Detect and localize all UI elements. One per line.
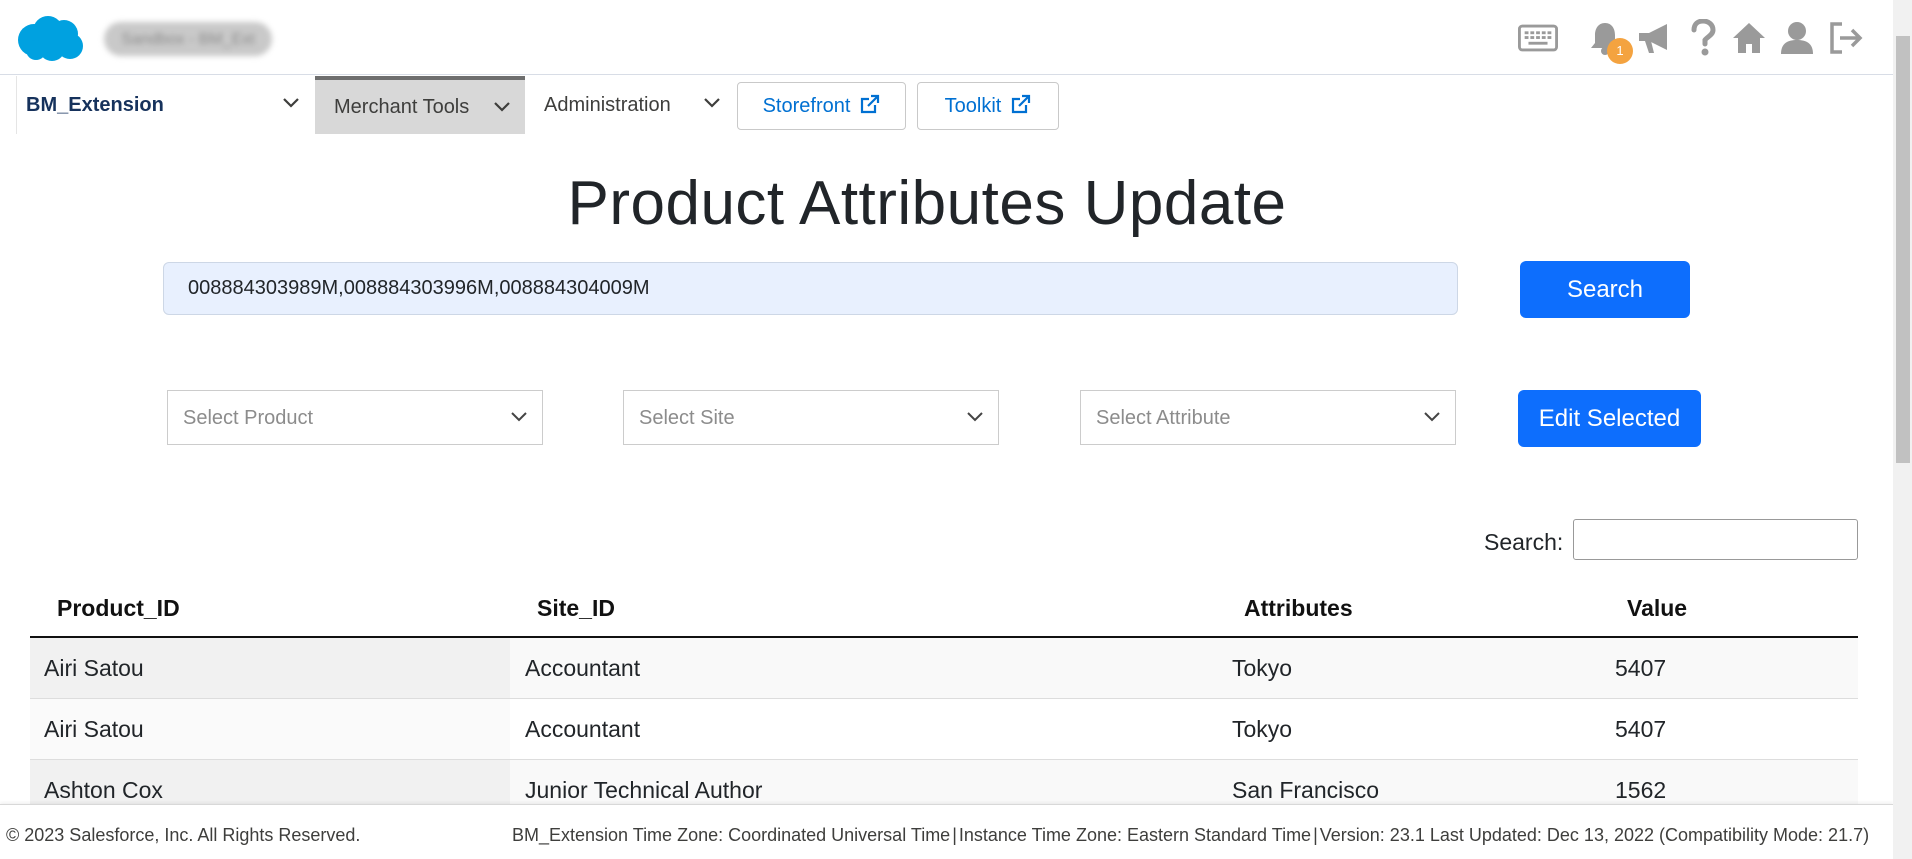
footer-separator: | xyxy=(952,825,957,845)
table-search-label: Search: xyxy=(1484,529,1564,555)
product-attributes-table: Product_ID Site_ID Attributes Value Airi… xyxy=(30,577,1858,821)
tab-administration[interactable]: Administration xyxy=(527,76,735,134)
cell-site-id: Junior Technical Author xyxy=(525,777,763,803)
help-icon[interactable] xyxy=(1683,18,1723,58)
cell-attributes: Tokyo xyxy=(1232,655,1293,681)
tab-administration-label: Administration xyxy=(544,93,671,116)
chevron-down-icon xyxy=(493,100,511,118)
table-search-input[interactable] xyxy=(1573,519,1858,560)
cell-product-id: Ashton Cox xyxy=(44,777,163,803)
scrollbar-thumb[interactable] xyxy=(1896,36,1910,463)
footer-info: BM_Extension Time Zone: Coordinated Univ… xyxy=(512,825,1869,846)
chevron-down-icon xyxy=(510,410,528,428)
chevron-down-icon xyxy=(282,96,300,114)
select-product-placeholder: Select Product xyxy=(183,407,314,429)
footer-separator: | xyxy=(1313,825,1318,845)
column-header-value[interactable]: Value xyxy=(1627,595,1687,622)
cell-value: 5407 xyxy=(1615,655,1667,681)
external-link-icon xyxy=(1011,94,1031,119)
footer-copyright: © 2023 Salesforce, Inc. All Rights Reser… xyxy=(6,825,361,845)
product-ids-input[interactable] xyxy=(163,262,1458,315)
toolkit-button[interactable]: Toolkit xyxy=(917,82,1059,130)
table-row[interactable]: Airi Satou Accountant Tokyo 5407 xyxy=(30,638,1858,699)
toolkit-button-label: Toolkit xyxy=(944,94,1002,117)
footer-version: Version: 23.1 Last Updated: Dec 13, 2022… xyxy=(1319,825,1870,845)
search-button[interactable]: Search xyxy=(1520,261,1690,318)
cell-attributes: Tokyo xyxy=(1232,716,1293,742)
site-selector-label: BM_Extension xyxy=(26,93,164,116)
column-header-product-id[interactable]: Product_ID xyxy=(57,595,180,622)
user-profile-icon[interactable] xyxy=(1777,18,1817,58)
org-name-text: Sandbox - BM_Ext xyxy=(121,31,255,48)
tab-merchant-tools[interactable]: Merchant Tools xyxy=(315,76,525,134)
storefront-button-label: Storefront xyxy=(762,94,851,117)
chevron-down-icon xyxy=(703,96,721,114)
app-header: Sandbox - BM_Ext 1 xyxy=(0,0,1912,75)
org-name-badge: Sandbox - BM_Ext xyxy=(104,22,272,56)
footer-bm-timezone: BM_Extension Time Zone: Coordinated Univ… xyxy=(512,825,951,845)
footer-instance-timezone: Instance Time Zone: Eastern Standard Tim… xyxy=(958,825,1312,845)
main-navigation: BM_Extension Merchant Tools Administrati… xyxy=(0,76,1912,136)
chevron-down-icon xyxy=(1423,410,1441,428)
storefront-button[interactable]: Storefront xyxy=(737,82,906,130)
select-site-dropdown[interactable]: Select Site xyxy=(623,390,999,445)
cell-attributes: San Francisco xyxy=(1232,777,1380,803)
select-attribute-placeholder: Select Attribute xyxy=(1096,407,1231,429)
cell-value: 5407 xyxy=(1615,716,1667,742)
select-attribute-dropdown[interactable]: Select Attribute xyxy=(1080,390,1456,445)
notification-count-badge: 1 xyxy=(1607,38,1633,64)
table-header-row: Product_ID Site_ID Attributes Value xyxy=(30,577,1858,638)
site-selector-dropdown[interactable]: BM_Extension xyxy=(16,76,314,134)
cell-value: 1562 xyxy=(1615,777,1667,803)
column-header-site-id[interactable]: Site_ID xyxy=(537,595,615,622)
notifications-bell-icon[interactable]: 1 xyxy=(1585,18,1633,64)
salesforce-cloud-logo[interactable] xyxy=(14,14,86,62)
cell-site-id: Accountant xyxy=(525,655,641,681)
external-link-icon xyxy=(860,94,880,119)
cell-product-id: Airi Satou xyxy=(44,716,144,742)
cell-product-id: Airi Satou xyxy=(44,655,144,681)
megaphone-icon[interactable] xyxy=(1635,18,1675,58)
home-icon[interactable] xyxy=(1729,18,1769,58)
tab-merchant-tools-label: Merchant Tools xyxy=(334,95,470,118)
select-product-dropdown[interactable]: Select Product xyxy=(167,390,543,445)
select-site-placeholder: Select Site xyxy=(639,407,735,429)
column-header-attributes[interactable]: Attributes xyxy=(1244,595,1353,622)
cell-site-id: Accountant xyxy=(525,716,641,742)
table-row[interactable]: Airi Satou Accountant Tokyo 5407 xyxy=(30,699,1858,760)
page-title: Product Attributes Update xyxy=(567,169,1287,238)
logout-icon[interactable] xyxy=(1826,18,1866,58)
page-footer: © 2023 Salesforce, Inc. All Rights Reser… xyxy=(0,804,1893,859)
keyboard-icon[interactable] xyxy=(1518,18,1558,58)
chevron-down-icon xyxy=(966,410,984,428)
edit-selected-button[interactable]: Edit Selected xyxy=(1518,390,1701,447)
